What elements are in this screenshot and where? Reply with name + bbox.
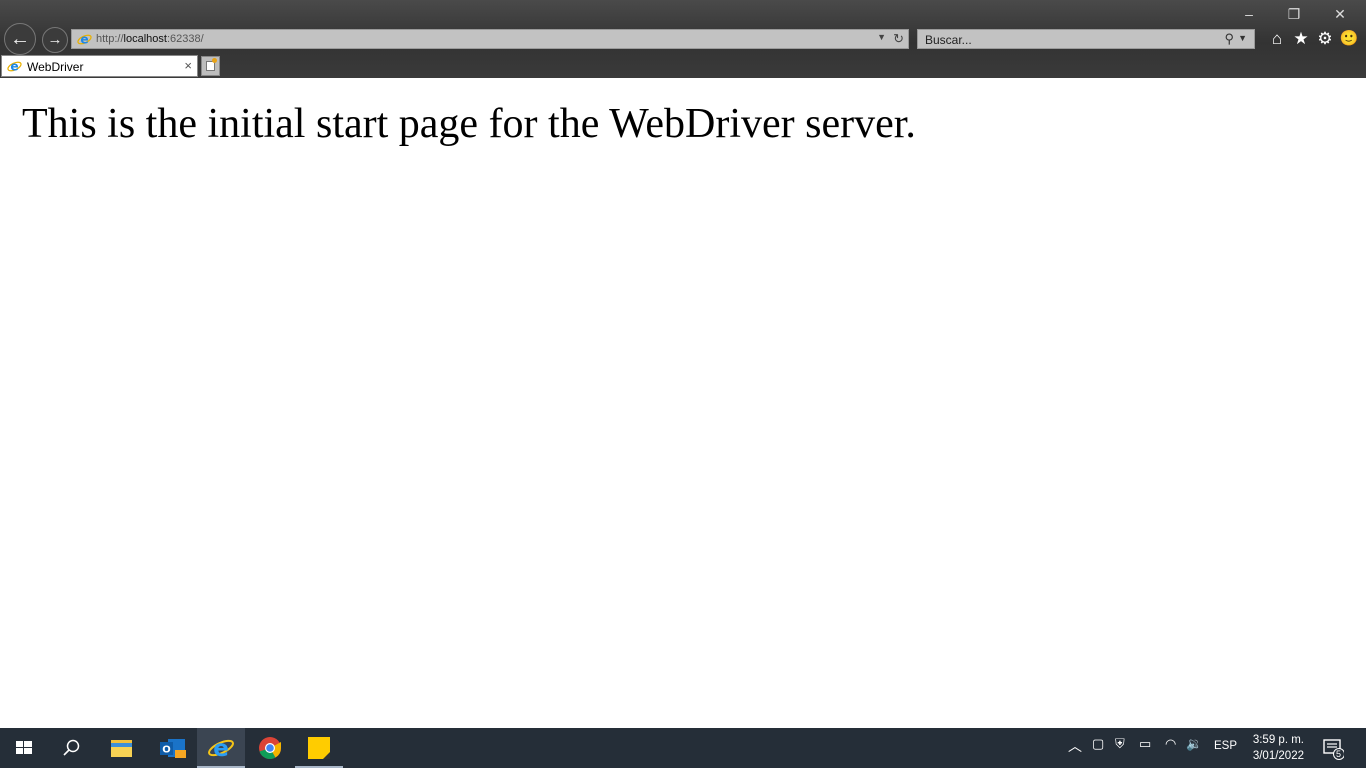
feedback-smiley-icon[interactable]: 🙂 — [1339, 29, 1359, 49]
meet-now-icon[interactable]: ▢ — [1092, 736, 1104, 752]
search-box[interactable]: Buscar... ⚲ ▼ — [917, 29, 1255, 49]
browser-chrome: – ❐ ✕ ← → e http://localhost:62338/ ▼ ↻ … — [0, 0, 1366, 78]
svg-text:e: e — [10, 60, 18, 74]
clock-time: 3:59 p. m. — [1252, 734, 1304, 746]
action-center-button[interactable]: 5 — [1322, 738, 1345, 760]
ie-icon: e — [7, 59, 22, 79]
outlook-icon: O — [160, 739, 186, 758]
svg-text:e: e — [213, 736, 229, 762]
forward-button[interactable]: → — [42, 27, 68, 53]
svg-text:O: O — [162, 745, 171, 756]
defender-icon[interactable]: ⛨ — [1115, 736, 1125, 752]
notification-count-badge: 5 — [1336, 749, 1342, 759]
taskbar-chrome[interactable] — [246, 728, 294, 768]
taskbar-outlook[interactable]: O — [148, 728, 196, 768]
battery-icon[interactable]: ▭ — [1139, 736, 1151, 752]
tab-close-icon[interactable]: × — [184, 58, 192, 73]
wifi-icon[interactable]: ◠ — [1165, 736, 1176, 752]
svg-text:e: e — [80, 33, 88, 47]
address-dropdown-icon[interactable]: ▼ — [877, 32, 886, 42]
new-tab-button[interactable] — [201, 56, 220, 76]
search-dropdown-icon[interactable]: ▼ — [1238, 33, 1247, 43]
close-window-button[interactable]: ✕ — [1325, 4, 1355, 24]
tools-gear-icon[interactable]: ⚙ — [1315, 29, 1335, 49]
sticky-notes-icon — [308, 737, 330, 759]
address-bar[interactable]: e http://localhost:62338/ ▼ ↻ — [71, 29, 909, 49]
home-icon[interactable]: ⌂ — [1267, 29, 1287, 49]
taskbar-sticky-notes[interactable] — [295, 728, 343, 768]
favorites-star-icon[interactable]: ★ — [1291, 29, 1311, 49]
minimize-button[interactable]: – — [1234, 4, 1264, 24]
tab-title: WebDriver — [27, 60, 84, 74]
page-content: This is the initial start page for the W… — [0, 78, 1366, 728]
search-icon — [63, 739, 80, 756]
ie-icon: e — [208, 736, 234, 762]
restore-button[interactable]: ❐ — [1279, 4, 1309, 24]
tab-webdriver[interactable]: e WebDriver × — [1, 55, 198, 77]
back-button[interactable]: ← — [4, 23, 36, 55]
windows-logo-icon — [16, 741, 32, 754]
ie-icon: e — [77, 32, 92, 52]
system-clock[interactable]: 3:59 p. m. 3/01/2022 — [1253, 732, 1304, 764]
volume-icon[interactable]: 🔉 — [1186, 736, 1202, 752]
search-placeholder: Buscar... — [925, 33, 972, 47]
clock-date: 3/01/2022 — [1252, 750, 1304, 762]
start-button[interactable] — [0, 728, 48, 768]
chrome-icon — [259, 737, 281, 760]
taskbar-file-explorer[interactable] — [98, 728, 146, 768]
input-language[interactable]: ESP — [1214, 740, 1237, 752]
taskbar-internet-explorer[interactable]: e — [197, 728, 245, 768]
show-hidden-icons-chevron-icon[interactable]: ︿ — [1068, 736, 1082, 756]
folder-icon — [111, 740, 132, 757]
page-heading: This is the initial start page for the W… — [22, 101, 916, 147]
taskbar-search-button[interactable] — [48, 728, 96, 768]
refresh-icon[interactable]: ↻ — [893, 31, 904, 47]
taskbar: O e ︿ ▢ ⛨ ▭ ◠ 🔉 ESP 3:59 p. m. 3/01/2022 — [0, 728, 1366, 768]
search-icon[interactable]: ⚲ — [1224, 31, 1234, 47]
url-text: http://localhost:62338/ — [96, 33, 204, 45]
